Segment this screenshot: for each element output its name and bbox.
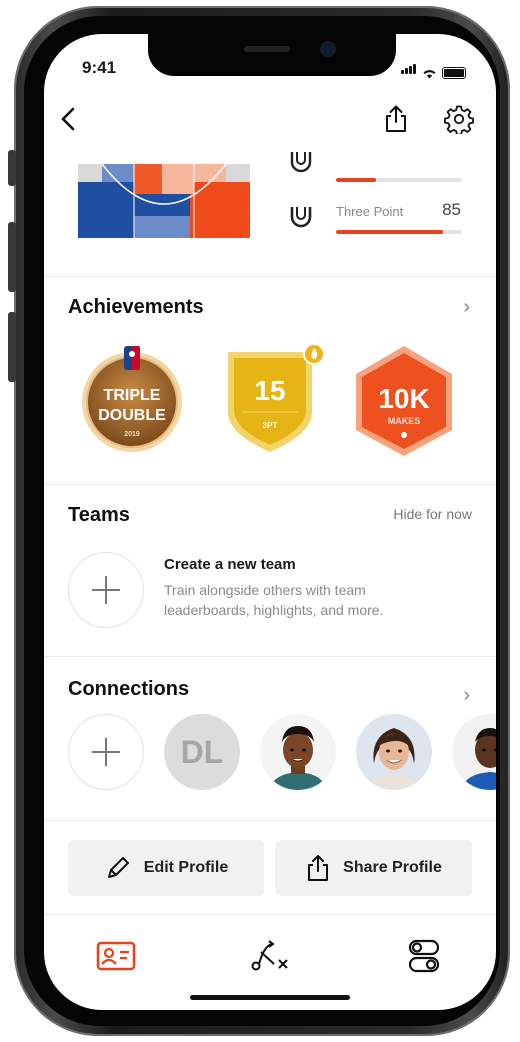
badge-line1: TRIPLE	[104, 387, 161, 404]
badge-15-3pt[interactable]: 15 3PT	[220, 342, 328, 458]
achievements-title: Achievements	[68, 296, 204, 318]
badge-sub: MAKES	[388, 416, 421, 426]
silent-switch	[8, 150, 16, 186]
badge-year: 2019	[124, 431, 140, 438]
volume-up-button	[8, 222, 16, 292]
connections-title: Connections	[68, 678, 190, 700]
back-arrow-icon[interactable]	[54, 104, 84, 134]
stat-bar-fill-1	[336, 178, 377, 182]
badge-sub: 3PT	[263, 421, 278, 430]
share-profile-label: Share Profile	[343, 859, 442, 876]
gear-icon[interactable]	[444, 104, 474, 134]
battery-icon	[442, 67, 466, 79]
divider	[44, 914, 496, 915]
avatar-initials[interactable]: DL	[164, 714, 240, 790]
hide-for-now-link[interactable]: Hide for now	[393, 506, 472, 522]
home-indicator[interactable]	[190, 995, 350, 1000]
shot-heatmap	[78, 164, 250, 238]
share-profile-button[interactable]: Share Profile	[275, 840, 472, 896]
three-point-zone-icon	[290, 207, 312, 228]
badge-10k-makes[interactable]: 10K MAKES	[350, 342, 458, 458]
create-team-button[interactable]	[68, 552, 144, 628]
toggles-icon	[408, 939, 440, 973]
avatar-photo-1[interactable]	[260, 714, 336, 790]
profile-card-icon	[96, 941, 136, 971]
badge-number: 15	[254, 375, 285, 406]
stat-value-three-point: 85	[442, 200, 461, 219]
share-icon	[308, 855, 329, 881]
teams-title: Teams	[68, 504, 130, 526]
tab-profile[interactable]	[94, 934, 138, 978]
achievements-chevron-icon[interactable]: ›	[463, 296, 470, 319]
create-team-title[interactable]: Create a new team	[164, 556, 296, 573]
tab-more[interactable]	[402, 934, 446, 978]
create-team-description: Train alongside others with team leaderb…	[164, 582, 384, 618]
stat-bar-fill-three-point	[336, 230, 444, 234]
notch	[148, 34, 396, 76]
badge-line2: DOUBLE	[98, 407, 166, 424]
tab-drills[interactable]	[248, 934, 292, 978]
avatar-photo-3[interactable]	[452, 714, 496, 790]
badge-number: 10K	[378, 383, 429, 414]
add-connection-button[interactable]	[68, 714, 144, 790]
divider	[44, 484, 496, 485]
divider	[44, 276, 496, 277]
signal-icon	[401, 61, 417, 79]
wifi-icon	[423, 70, 436, 79]
connections-chevron-icon[interactable]: ›	[463, 684, 470, 707]
volume-down-button	[8, 312, 16, 382]
play-diagram-icon	[251, 940, 288, 971]
edit-profile-label: Edit Profile	[143, 859, 229, 876]
edit-profile-button[interactable]: Edit Profile	[68, 840, 264, 896]
stat-label-three-point: Three Point	[336, 204, 404, 219]
app-screen: 9:41 Three Point 85 Achievements › TRIPL…	[44, 34, 496, 1010]
divider	[44, 820, 496, 821]
status-time: 9:41	[82, 58, 117, 77]
badge-triple-double[interactable]: TRIPLE DOUBLE 2019	[80, 342, 188, 458]
stat-bar-1	[336, 178, 462, 182]
avatar-photo-2[interactable]	[356, 714, 432, 790]
divider	[44, 656, 496, 657]
status-icons	[401, 61, 466, 79]
pencil-icon	[107, 857, 129, 878]
share-icon[interactable]	[382, 104, 410, 134]
midrange-zone-icon	[290, 152, 312, 173]
stat-bar-three-point	[336, 230, 462, 234]
